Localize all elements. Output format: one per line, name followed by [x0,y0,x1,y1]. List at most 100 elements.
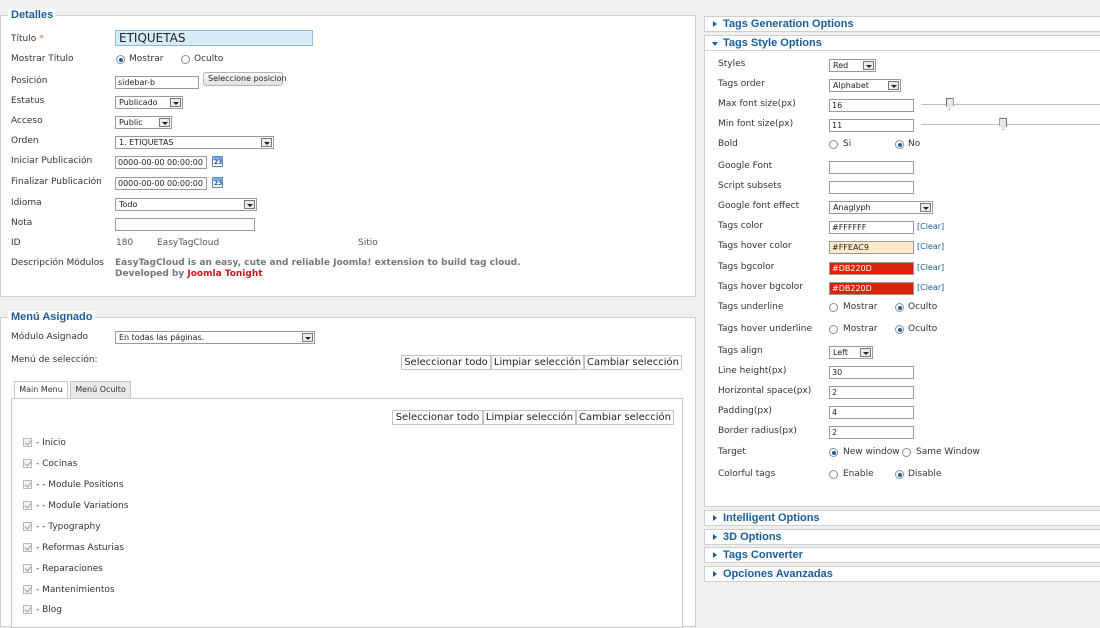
hover-underline-show-label: Mostrar [843,324,878,334]
mostrar-titulo-hide-radio[interactable] [181,55,190,64]
script-subsets-label: Script subsets [718,181,782,191]
descripcion-label: Descripción Módulos [11,258,104,268]
module-type: EasyTagCloud [157,238,220,248]
border-radius-input[interactable]: 2 [829,426,914,439]
select-all-button[interactable]: Seleccionar todo [401,355,491,370]
titulo-label: Título * [11,34,44,44]
detalles-legend: Detalles [8,9,57,22]
titulo-input[interactable]: ETIQUETAS [115,30,313,46]
bold-yes-radio[interactable] [829,140,838,149]
min-font-input[interactable]: 11 [829,119,914,132]
id-label: ID [11,238,21,248]
google-font-label: Google Font [718,161,773,171]
acceso-select[interactable]: Public [115,116,172,129]
horizontal-space-input[interactable]: 2 [829,386,914,399]
estatus-select[interactable]: Publicado [115,96,183,109]
tags-color-input[interactable]: #FFFFFF [829,221,914,234]
font-effect-select[interactable]: Anaglyph [829,201,933,214]
styles-select[interactable]: Red [829,59,876,72]
select-all-button-inner[interactable]: Seleccionar todo [392,410,483,425]
menu-item-checkbox[interactable] [23,459,32,468]
styles-label: Styles [718,59,746,69]
posicion-label: Posición [11,76,48,86]
tags-order-label: Tags order [718,79,765,89]
underline-hide-radio[interactable] [895,303,904,312]
line-height-input[interactable]: 30 [829,366,914,379]
script-subsets-input[interactable] [829,181,914,194]
calendar-icon[interactable] [212,177,223,188]
max-font-input[interactable]: 16 [829,99,914,112]
tags-color-label: Tags color [718,221,763,231]
tags-hover-bgcolor-label: Tags hover bgcolor [718,282,804,292]
tags-bgcolor-input[interactable]: #DB220D [829,262,914,275]
colorful-enable-radio[interactable] [829,470,838,479]
hover-underline-hide-radio[interactable] [895,325,904,334]
menu-item-checkbox[interactable] [23,605,32,614]
hover-underline-show-radio[interactable] [829,325,838,334]
clear-selection-button-inner[interactable]: Limpiar selección [483,410,576,425]
tags-hover-bgcolor-input[interactable]: #DB220D [829,282,914,295]
posicion-input[interactable]: sidebar-b [115,76,199,89]
tags-align-select[interactable]: Left [829,346,873,359]
underline-show-radio[interactable] [829,303,838,312]
iniciar-label: Iniciar Publicación [11,156,93,166]
orden-label: Orden [11,136,39,146]
tags-bgcolor-clear-link[interactable]: [Clear] [917,263,944,272]
section-tags-converter[interactable]: Tags Converter [704,547,1100,563]
acceso-label: Acceso [11,116,43,126]
bold-no-radio[interactable] [895,140,904,149]
modulo-asignado-select[interactable]: En todas las páginas. [115,331,315,344]
min-font-slider-track[interactable] [921,124,1100,125]
toggle-selection-button[interactable]: Cambiar selección [584,355,682,370]
tab-main-menu[interactable]: Main Menu [14,381,68,399]
section-3d[interactable]: 3D Options [704,529,1100,545]
tags-hover-bgcolor-clear-link[interactable]: [Clear] [917,283,944,292]
menu-item-label: - Inicio [36,438,66,448]
padding-label: Padding(px) [718,406,772,416]
idioma-select[interactable]: Todo [115,198,257,211]
padding-input[interactable]: 4 [829,406,914,419]
colorful-disable-radio[interactable] [895,470,904,479]
google-font-input[interactable] [829,161,914,174]
menu-item-label: - Mantenimientos [36,585,115,595]
tab-menu-oculto[interactable]: Menú Oculto [70,381,131,398]
bold-no-label: No [908,139,921,149]
menu-item-checkbox[interactable] [23,501,32,510]
section-intelligent[interactable]: Intelligent Options [704,510,1100,526]
section-advanced[interactable]: Opciones Avanzadas [704,566,1100,582]
menu-item-checkbox[interactable] [23,585,32,594]
select-position-button[interactable]: Seleccione posicion [203,72,287,86]
toggle-selection-button-inner[interactable]: Cambiar selección [576,410,674,425]
target-label: Target [718,447,746,457]
tags-hover-color-clear-link[interactable]: [Clear] [917,242,944,251]
iniciar-input[interactable]: 0000-00-00 00:00:00 [115,156,207,169]
mostrar-radio-label: Mostrar [129,54,164,64]
tags-color-clear-link[interactable]: [Clear] [917,222,944,231]
menu-item-checkbox[interactable] [23,543,32,552]
colorful-tags-label: Colorful tags [718,469,776,479]
menu-item-checkbox[interactable] [23,438,32,447]
mostrar-titulo-show-radio[interactable] [116,55,125,64]
tags-hover-color-input[interactable]: #FFEAC9 [829,241,914,254]
menu-item-checkbox[interactable] [23,522,32,531]
chevron-right-icon [713,571,717,577]
target-same-window-radio[interactable] [902,448,911,457]
nota-input[interactable] [115,218,255,231]
author-link[interactable]: Joomla Tonight [187,269,262,279]
menu-item-checkbox[interactable] [23,480,32,489]
horizontal-space-label: Horizontal space(px) [718,386,812,396]
section-tags-style[interactable]: Tags Style Options [704,35,1100,51]
tags-order-select[interactable]: Alphabet [829,79,901,92]
clear-selection-button[interactable]: Limpiar selección [491,355,584,370]
target-new-window-radio[interactable] [829,448,838,457]
chevron-down-icon [159,118,170,127]
menu-item-checkbox[interactable] [23,564,32,573]
section-tags-generation[interactable]: Tags Generation Options [704,16,1100,32]
colorful-enable-label: Enable [843,469,874,479]
orden-select[interactable]: 1. ETIQUETAS [115,136,274,149]
calendar-icon[interactable] [212,156,223,167]
line-height-label: Line height(px) [718,366,787,376]
chevron-down-icon [261,138,272,147]
finalizar-input[interactable]: 0000-00-00 00:00:00 [115,177,207,190]
border-radius-label: Border radius(px) [718,426,797,436]
